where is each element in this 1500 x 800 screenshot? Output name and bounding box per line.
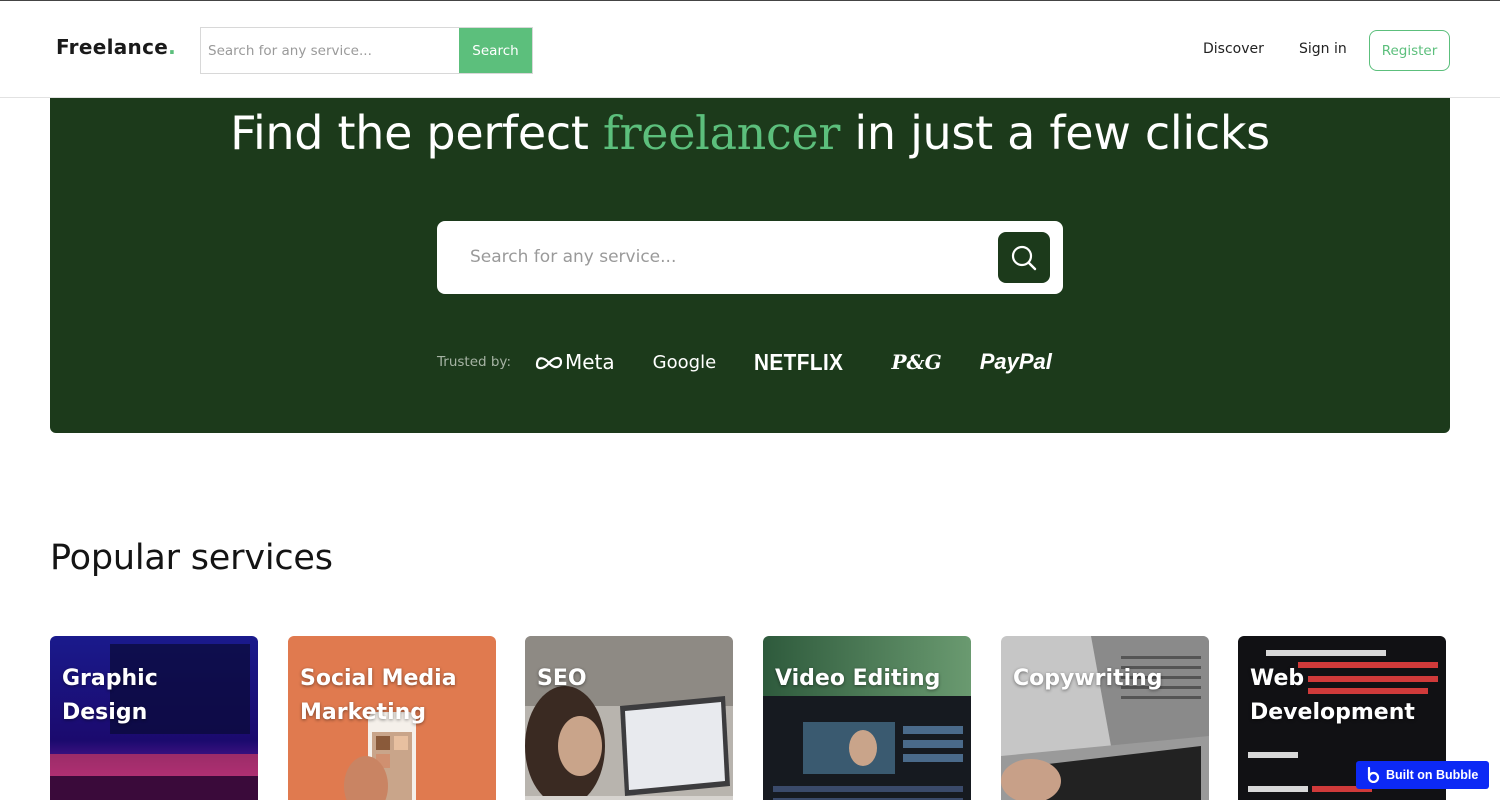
meta-logo: Meta — [535, 350, 615, 374]
search-icon — [1011, 245, 1037, 270]
seo-image — [525, 636, 733, 800]
trusted-by-label: Trusted by: — [437, 354, 511, 370]
video-editing-image — [763, 636, 971, 800]
hero-title-after: in just a few clicks — [840, 106, 1270, 160]
logo-dot: . — [168, 35, 176, 59]
hero-search-bar — [437, 221, 1063, 294]
hero-search-input[interactable] — [470, 241, 990, 273]
nav-link-discover[interactable]: Discover — [1203, 41, 1264, 57]
hero-title-accent: freelancer — [602, 106, 841, 160]
hero-title: Find the perfect freelancer in just a fe… — [50, 106, 1450, 160]
popular-services-heading: Popular services — [50, 538, 333, 578]
service-card-copywriting[interactable]: Copywriting — [1001, 636, 1209, 800]
service-card-label: Social Media Marketing — [300, 666, 457, 725]
register-button[interactable]: Register — [1369, 30, 1450, 71]
header-search-bar: Search — [200, 27, 533, 74]
logo-text: Freelance — [56, 35, 169, 59]
service-card-label: Video Editing — [775, 666, 941, 691]
service-card-label: Graphic Design — [62, 666, 158, 725]
meta-infinity-icon — [535, 356, 563, 370]
netflix-logo: NETFLIX — [754, 348, 844, 375]
service-card-social-media-marketing[interactable]: Social Media Marketing — [288, 636, 496, 800]
copywriting-image — [1001, 636, 1209, 800]
hero-title-before: Find the perfect — [230, 106, 603, 160]
meta-logo-text: Meta — [565, 350, 615, 374]
pg-logo: P&G — [891, 350, 942, 374]
top-navigation-bar: Freelance. Search Discover Sign in Regis… — [0, 0, 1500, 98]
service-cards-row: Graphic Design Social Media Marketing SE… — [50, 636, 1450, 800]
service-card-video-editing[interactable]: Video Editing — [763, 636, 971, 800]
hero-search-button[interactable] — [998, 232, 1050, 283]
header-search-button[interactable]: Search — [459, 28, 532, 73]
nav-link-sign-in[interactable]: Sign in — [1299, 41, 1347, 57]
google-logo: Google — [652, 351, 717, 373]
service-card-graphic-design[interactable]: Graphic Design — [50, 636, 258, 800]
service-card-label: SEO — [537, 666, 587, 691]
logo[interactable]: Freelance. — [56, 35, 176, 59]
paypal-logo: PayPal — [979, 349, 1052, 374]
hero-banner: Find the perfect freelancer in just a fe… — [50, 98, 1450, 433]
header-search-input[interactable] — [201, 28, 459, 73]
service-card-label: Web Development — [1250, 666, 1415, 725]
service-card-label: Copywriting — [1013, 666, 1163, 691]
built-on-bubble-badge[interactable]: Built on Bubble — [1356, 761, 1489, 789]
bubble-badge-label: Built on Bubble — [1386, 768, 1479, 782]
service-card-seo[interactable]: SEO — [525, 636, 733, 800]
bubble-logo-icon — [1366, 767, 1380, 783]
trusted-by-row: Trusted by: Meta Google NETFLIX P&G PayP… — [437, 342, 1090, 382]
